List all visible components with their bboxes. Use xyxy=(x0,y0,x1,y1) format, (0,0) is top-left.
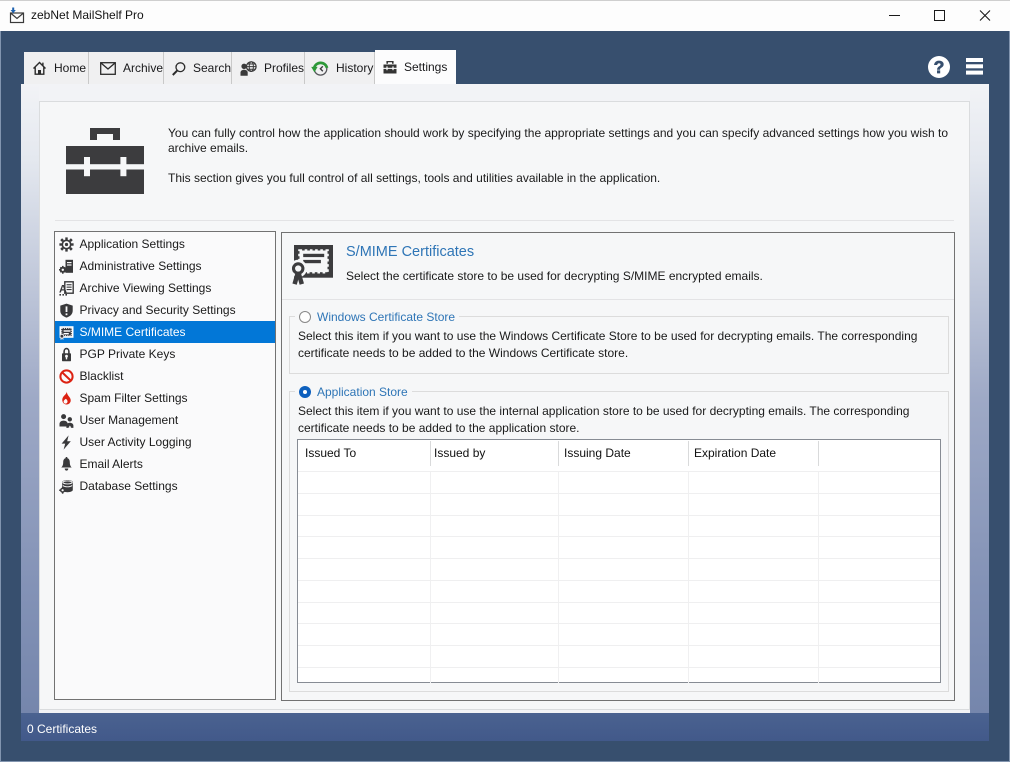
svg-text:?: ? xyxy=(934,57,945,77)
svg-text:A: A xyxy=(59,283,67,295)
